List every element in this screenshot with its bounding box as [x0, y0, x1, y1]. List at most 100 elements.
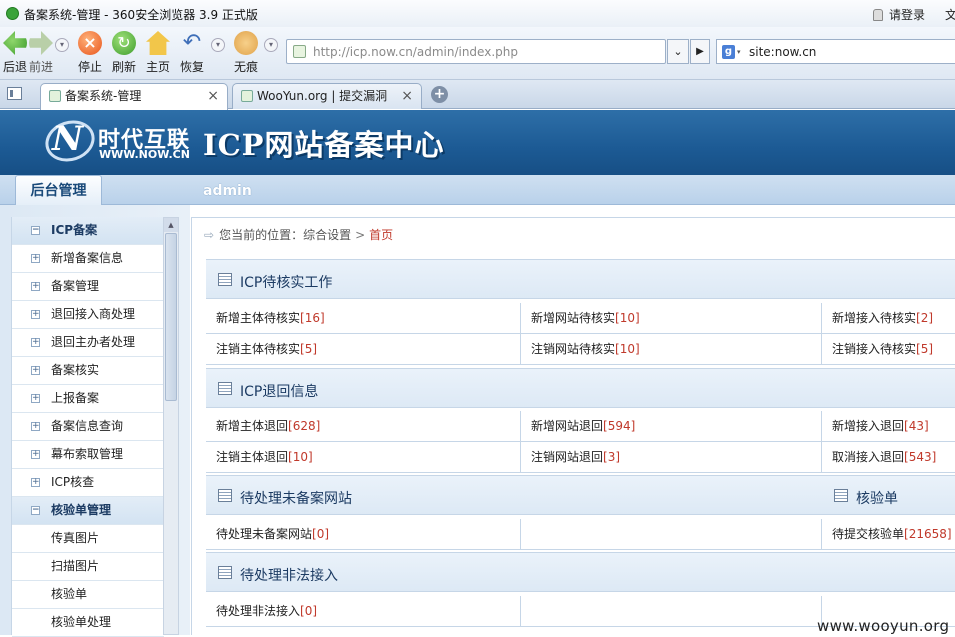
sidebar-item-checklist-processing[interactable]: 核验单处理	[12, 609, 164, 637]
sidebar-item-label: 备案信息查询	[51, 419, 124, 433]
stat-cell[interactable]: 待处理非法接入[0]	[206, 596, 521, 627]
stat-label: 取消接入退回	[832, 450, 905, 464]
empty-cell	[521, 596, 822, 627]
stat-cell[interactable]: 注销主体退回[10]	[206, 442, 521, 473]
collapse-icon: −	[31, 505, 40, 515]
expand-icon: +	[31, 449, 40, 459]
sidebar-item-report[interactable]: + 上报备案	[12, 385, 164, 413]
tab-wooyun[interactable]: WooYun.org | 提交漏洞 ×	[232, 83, 422, 109]
expand-icon: +	[31, 309, 40, 319]
sidebar-item-label: 退回主办者处理	[51, 335, 136, 349]
stat-cell[interactable]: 注销主体待核实[5]	[206, 334, 521, 365]
stat-label: 新增网站待核实	[531, 311, 616, 325]
stat-count[interactable]: [0]	[312, 527, 329, 541]
stat-count[interactable]: [628]	[288, 419, 320, 433]
stat-label: 注销网站待核实	[531, 342, 616, 356]
sidebar-item-return-to-sponsor[interactable]: + 退回主办者处理	[12, 329, 164, 357]
home-button[interactable]: 主页	[146, 31, 170, 75]
stat-count[interactable]: [10]	[615, 311, 640, 325]
play-icon: ▶	[696, 46, 704, 57]
sidebar-item-label: 核验单	[51, 587, 88, 601]
sidebar-group-icp[interactable]: − ICP备案	[12, 217, 164, 245]
scroll-thumb[interactable]	[165, 233, 177, 401]
forward-button[interactable]: 前进	[29, 31, 53, 75]
stat-cell[interactable]: 新增主体待核实[16]	[206, 303, 521, 334]
stat-count[interactable]: [0]	[300, 604, 317, 618]
sidebar-item-label: ICP备案	[51, 223, 98, 237]
stat-count[interactable]: [5]	[916, 342, 933, 356]
search-box[interactable]: g ▾ site:now.cn	[716, 39, 955, 64]
login-link[interactable]: 请登录	[873, 6, 925, 23]
file-menu[interactable]: 文	[945, 6, 955, 23]
sidebar-scrollbar[interactable]: ▲	[163, 217, 179, 635]
stat-count[interactable]: [3]	[603, 450, 620, 464]
sidebar-item-new-filing[interactable]: + 新增备案信息	[12, 245, 164, 273]
stop-button[interactable]: × 停止	[78, 31, 102, 75]
tab-close-icon[interactable]: ×	[207, 84, 219, 108]
home-label: 主页	[146, 60, 171, 74]
sidebar-item-return-to-provider[interactable]: + 退回接入商处理	[12, 301, 164, 329]
stat-cell[interactable]: 新增主体退回[628]	[206, 411, 521, 442]
sidebar-group-checklist[interactable]: − 核验单管理	[12, 497, 164, 525]
stat-cell[interactable]: 待处理未备案网站[0]	[206, 519, 521, 550]
sidebar-item-verification[interactable]: + 备案核实	[12, 357, 164, 385]
sidebar-item-curtain[interactable]: + 幕布索取管理	[12, 441, 164, 469]
table-row: 新增主体待核实[16] 新增网站待核实[10] 新增接入待核实[2]	[206, 303, 955, 334]
stat-label: 待提交核验单	[832, 527, 905, 541]
restore-button[interactable]: ↶ 恢复	[180, 31, 204, 75]
browser-toolbar: 后退 前进 ▾ × 停止 ↻ 刷新 主页 ↶ 恢复 ▾ 无痕 ▾ http://…	[0, 27, 955, 80]
sidebar-item-checklist[interactable]: 核验单	[12, 581, 164, 609]
back-button[interactable]: 后退	[3, 31, 27, 75]
stat-count[interactable]: [5]	[300, 342, 317, 356]
refresh-button[interactable]: ↻ 刷新	[112, 31, 136, 75]
stat-count[interactable]: [21658]	[904, 527, 952, 541]
logo-letter: N	[52, 119, 84, 159]
stat-cell[interactable]: 注销网站退回[3]	[521, 442, 822, 473]
stat-cell[interactable]: 新增网站退回[594]	[521, 411, 822, 442]
restore-dropdown-icon[interactable]: ▾	[211, 38, 225, 52]
section-title: 待处理未备案网站	[240, 491, 352, 507]
go-button[interactable]: ▶	[690, 39, 710, 64]
stat-label: 注销主体退回	[216, 450, 289, 464]
stat-count[interactable]: [2]	[916, 311, 933, 325]
tab-close-icon[interactable]: ×	[401, 84, 413, 108]
stat-cell[interactable]: 取消接入退回[543]	[822, 442, 955, 473]
stat-count[interactable]: [543]	[904, 450, 936, 464]
stat-count[interactable]: [43]	[904, 419, 929, 433]
nav-tab-admin[interactable]: 后台管理	[15, 175, 102, 206]
address-dropdown-button[interactable]: ⌄	[667, 39, 689, 64]
sidebar-item-filing-management[interactable]: + 备案管理	[12, 273, 164, 301]
sidebar-item-fax-images[interactable]: 传真图片	[12, 525, 164, 553]
google-icon[interactable]: g	[722, 45, 735, 59]
sidebar-toggle-icon[interactable]	[7, 87, 22, 100]
stat-cell[interactable]: 待提交核验单[21658]	[822, 519, 955, 550]
stat-cell[interactable]: 新增网站待核实[10]	[521, 303, 822, 334]
stat-cell[interactable]: 新增接入待核实[2]	[822, 303, 955, 334]
sidebar-item-scan-images[interactable]: 扫描图片	[12, 553, 164, 581]
new-tab-icon[interactable]: +	[431, 86, 448, 103]
table-row: 新增主体退回[628] 新增网站退回[594] 新增接入退回[43]	[206, 411, 955, 442]
stat-count[interactable]: [594]	[603, 419, 635, 433]
stat-cell[interactable]: 注销接入待核实[5]	[822, 334, 955, 365]
stat-cell[interactable]: 新增接入退回[43]	[822, 411, 955, 442]
history-dropdown-icon[interactable]: ▾	[55, 38, 69, 52]
stat-count[interactable]: [10]	[615, 342, 640, 356]
expand-icon: +	[31, 393, 40, 403]
tab-admin[interactable]: 备案系统-管理 ×	[40, 83, 228, 110]
sidebar-item-query[interactable]: + 备案信息查询	[12, 413, 164, 441]
scroll-up-icon[interactable]: ▲	[164, 218, 178, 232]
breadcrumb-current[interactable]: 首页	[369, 228, 393, 242]
stat-count[interactable]: [16]	[300, 311, 325, 325]
page-favicon-icon	[293, 45, 306, 58]
address-bar[interactable]: http://icp.now.cn/admin/index.php	[286, 39, 666, 64]
search-engine-dropdown-icon[interactable]: ▾	[737, 48, 741, 56]
table-row: 注销主体退回[10] 注销网站退回[3] 取消接入退回[543]	[206, 442, 955, 473]
stat-cell[interactable]: 注销网站待核实[10]	[521, 334, 822, 365]
sidebar-item-icp-check[interactable]: + ICP核查	[12, 469, 164, 497]
section-title: ICP退回信息	[240, 384, 319, 400]
refresh-icon: ↻	[112, 31, 136, 55]
stat-count[interactable]: [10]	[288, 450, 313, 464]
incognito-dropdown-icon[interactable]: ▾	[264, 38, 278, 52]
incognito-button[interactable]: 无痕	[234, 31, 258, 75]
stat-label: 待处理非法接入	[216, 604, 301, 618]
